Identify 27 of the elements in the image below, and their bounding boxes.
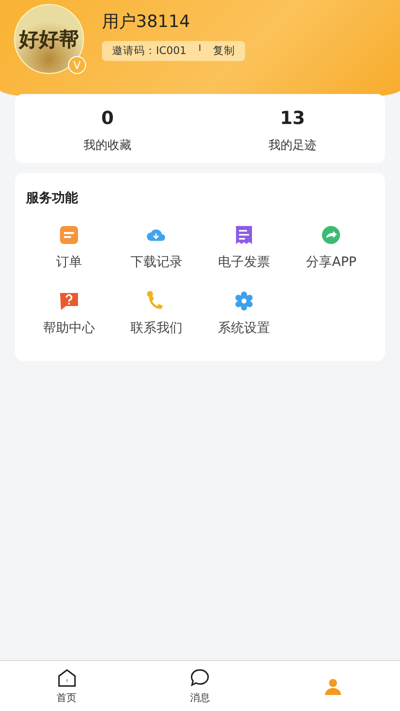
service-label[interactable]: 分享APP bbox=[306, 253, 357, 271]
share-icon[interactable] bbox=[321, 225, 342, 245]
stat-value[interactable]: 0 bbox=[101, 108, 114, 129]
stat-label[interactable]: 我的收藏 bbox=[84, 137, 132, 154]
tab[interactable]: 消息 bbox=[133, 661, 267, 711]
home-icon bbox=[56, 668, 77, 688]
list-icon[interactable] bbox=[58, 225, 79, 245]
receipt-icon[interactable] bbox=[234, 225, 254, 245]
settings-icon[interactable] bbox=[234, 291, 254, 311]
service-label[interactable]: 下载记录 bbox=[130, 253, 182, 271]
separator: I bbox=[198, 44, 202, 56]
service-label[interactable]: 订单 bbox=[56, 253, 82, 271]
section-title: 服务功能 bbox=[26, 190, 79, 207]
service-label[interactable]: 帮助中心 bbox=[42, 319, 95, 337]
vip-badge: V bbox=[68, 56, 86, 74]
username: 用户38114 bbox=[102, 11, 192, 33]
chat-icon bbox=[190, 668, 210, 688]
copy-link[interactable]: 复制 bbox=[213, 44, 236, 58]
tab[interactable]: 首页 bbox=[0, 661, 134, 711]
service-label[interactable]: 电子发票 bbox=[218, 253, 270, 271]
stat-label[interactable]: 我的足迹 bbox=[268, 137, 316, 154]
invite-code: 邀请码：IC001 bbox=[112, 44, 186, 58]
person-icon bbox=[323, 676, 344, 696]
stat-value[interactable]: 13 bbox=[280, 108, 306, 129]
service-label[interactable]: 系统设置 bbox=[218, 319, 270, 337]
help-icon[interactable] bbox=[58, 291, 79, 311]
service-label[interactable]: 联系我们 bbox=[130, 319, 182, 337]
